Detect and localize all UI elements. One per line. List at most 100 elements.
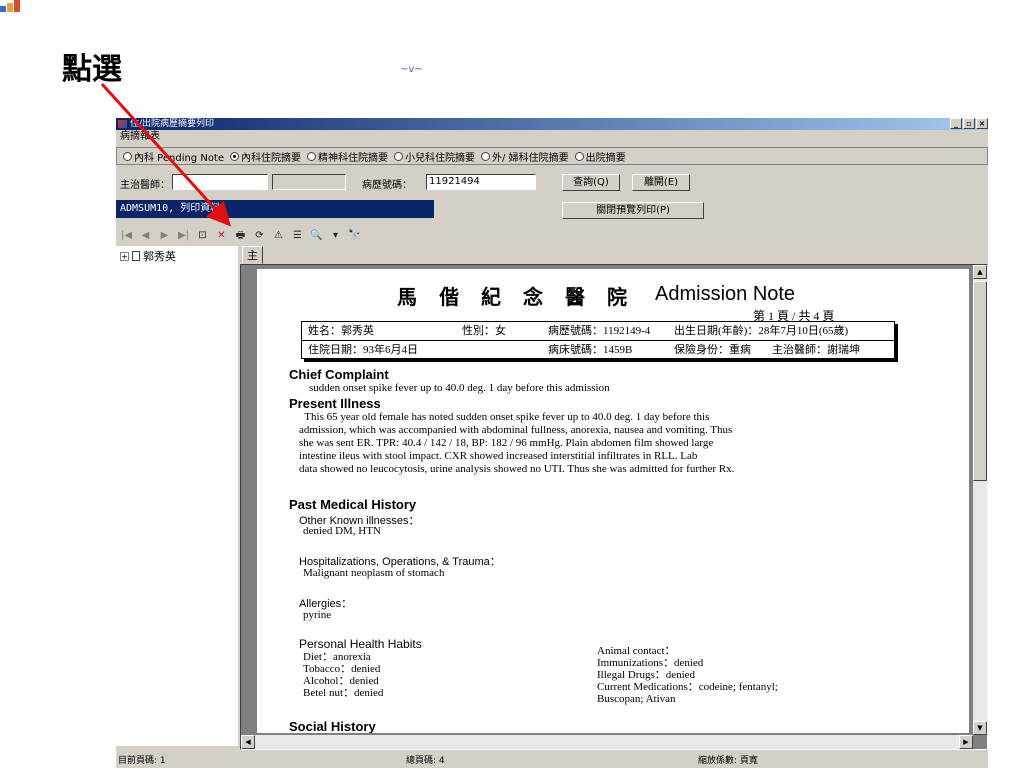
- close-button[interactable]: ×: [976, 118, 988, 129]
- attending-doctor: 主治醫師：謝瑞坤: [772, 344, 860, 356]
- insurance: 保險身份：重病: [674, 344, 751, 356]
- record-number-input[interactable]: 11921494: [426, 174, 536, 190]
- record-number: 病歷號碼：1192149-4: [548, 325, 651, 337]
- radio-label: 精神科住院摘要: [318, 152, 389, 164]
- scroll-down-icon[interactable]: ▼: [973, 721, 987, 735]
- dropdown-icon[interactable]: ▾: [329, 229, 342, 242]
- window-title: 住/出院病歷摘要列印: [130, 119, 215, 129]
- goto-page-icon[interactable]: ⊡: [196, 229, 209, 242]
- tree-toggle-icon[interactable]: ☰: [291, 229, 304, 242]
- radio-dot-icon[interactable]: [307, 151, 317, 161]
- tree-item-patient[interactable]: + 郭秀英: [116, 246, 238, 266]
- patient-tree: + 郭秀英: [116, 246, 238, 746]
- report-window: 住/出院病歷摘要列印 _ ▫ × 病摘報表 內科 Pending Note 內科住…: [116, 118, 988, 768]
- minimize-button[interactable]: _: [950, 118, 962, 129]
- zoom-factor: 縮放係數: 頁寬: [698, 756, 758, 766]
- present-illness-line: data showed no leucocytosis, urine analy…: [299, 463, 735, 475]
- radio-label: 外/ 婦科住院摘要: [492, 152, 569, 164]
- present-illness-line: admission, which was accompanied with ab…: [299, 424, 733, 436]
- export-icon[interactable]: ⚠: [272, 229, 285, 242]
- radio-dot-icon[interactable]: [123, 151, 132, 161]
- summary-type-radio-group: 內科 Pending Note 內科住院摘要 精神科住院摘要 小兒科住院摘要 外/ 婦科…: [116, 147, 988, 165]
- expand-icon[interactable]: +: [120, 251, 129, 261]
- scroll-left-icon[interactable]: ◀: [241, 735, 255, 749]
- status-bar: 目前頁碼: 1 總頁碼: 4 縮放係數: 頁寬: [116, 754, 988, 768]
- scroll-up-icon[interactable]: ▲: [973, 265, 987, 279]
- patient-name: 姓名：郭秀英: [308, 325, 374, 337]
- report-page: 馬偕紀念醫院 Admission Note 第 1 頁 / 共 4 頁 姓名：郭…: [257, 269, 969, 733]
- radio-label: 小兒科住院摘要: [405, 152, 476, 164]
- birth-date: 出生日期(年齡)：28年7月10日(65歲): [674, 325, 849, 337]
- admit-date: 住院日期：93年6月4日: [308, 344, 418, 356]
- radio-label: 內科住院摘要: [241, 152, 302, 164]
- app-icon: [118, 120, 127, 128]
- leave-button[interactable]: 離開(E): [632, 174, 690, 191]
- doctor-name-field: [272, 174, 346, 190]
- patient-sex: 性別：女: [462, 325, 506, 337]
- doctor-label: 主治醫師：: [120, 180, 170, 191]
- habit-item: Betel nut：denied: [303, 687, 384, 699]
- scroll-right-icon[interactable]: ▶: [959, 735, 973, 749]
- print-icon[interactable]: 🖶: [234, 229, 247, 242]
- maximize-button[interactable]: ▫: [963, 118, 975, 129]
- report-viewer: 馬偕紀念醫院 Admission Note 第 1 頁 / 共 4 頁 姓名：郭…: [240, 264, 988, 750]
- radio-option[interactable]: 小兒科住院摘要: [394, 149, 475, 164]
- radio-dot-icon[interactable]: [481, 151, 491, 161]
- habits-heading: Personal Health Habits: [299, 637, 422, 651]
- radio-dot-icon[interactable]: [394, 151, 404, 161]
- present-illness-line: she was sent ER. TPR: 40.4 / 142 / 18, B…: [299, 437, 714, 449]
- close-preview-button[interactable]: 關閉預覽列印(P): [562, 202, 704, 219]
- next-page-icon[interactable]: ▶: [158, 229, 171, 242]
- radio-option[interactable]: 內科 Pending Note: [123, 149, 224, 164]
- query-button[interactable]: 查詢(Q): [562, 174, 620, 191]
- present-illness-line: This 65 year old female has noted sudden…: [299, 411, 710, 423]
- cancel-icon[interactable]: ✕: [215, 229, 228, 242]
- current-page: 目前頁碼: 1: [118, 756, 166, 766]
- first-page-icon[interactable]: |◀: [120, 229, 133, 242]
- prev-page-icon[interactable]: ◀: [139, 229, 152, 242]
- find-icon[interactable]: 🔭: [348, 229, 361, 242]
- hospital-name: 馬偕紀念醫院: [397, 285, 649, 309]
- other-illness-text: denied DM, HTN: [303, 525, 381, 537]
- chief-complaint-text: sudden onset spike fever up to 40.0 deg.…: [309, 382, 610, 394]
- record-label: 病歷號碼：: [362, 180, 412, 191]
- allergies-text: pyrine: [303, 609, 332, 621]
- past-history-heading: Past Medical History: [289, 497, 417, 512]
- title-bar: 住/出院病歷摘要列印 _ ▫ ×: [116, 118, 988, 130]
- radio-label: 內科 Pending Note: [134, 152, 225, 164]
- radio-option[interactable]: 內科住院摘要: [230, 149, 301, 164]
- last-page-icon[interactable]: ▶|: [177, 229, 190, 242]
- scroll-thumb[interactable]: [973, 281, 987, 481]
- radio-dot-icon[interactable]: [574, 151, 584, 161]
- radio-label: 出院摘要: [585, 152, 626, 164]
- doctor-input[interactable]: [172, 174, 268, 190]
- chief-complaint-heading: Chief Complaint: [289, 367, 389, 382]
- habit-item: Buscopan; Ativan: [597, 693, 676, 705]
- status-message: ADMSUM10, 列印資料。: [116, 200, 434, 218]
- radio-dot-icon[interactable]: [230, 151, 240, 161]
- present-illness-heading: Present Illness: [289, 396, 381, 411]
- total-pages: 總頁碼: 4: [406, 756, 445, 766]
- tab-main-report[interactable]: 主報表: [242, 246, 263, 292]
- social-history-heading: Social History: [289, 719, 376, 733]
- radio-option[interactable]: 精神科住院摘要: [307, 149, 388, 164]
- hospitalizations-text: Malignant neoplasm of stomach: [303, 567, 445, 579]
- radio-option[interactable]: 出院摘要: [574, 149, 626, 164]
- refresh-icon[interactable]: ⟳: [253, 229, 266, 242]
- horizontal-scrollbar[interactable]: ◀ ▶: [241, 735, 973, 749]
- squiggle-mark: ~v~: [400, 64, 423, 75]
- annotation-label: 點選: [62, 52, 122, 87]
- preview-toolbar: |◀ ◀ ▶ ▶| ⊡ ✕ 🖶 ⟳ ⚠ ☰ 🔍 ▾ 🔭: [116, 226, 988, 244]
- report-title: Admission Note: [655, 283, 796, 305]
- bed-number: 病床號碼：1459B: [548, 344, 633, 356]
- corner-app-icon: [0, 0, 20, 14]
- patient-info-box: 姓名：郭秀英 性別：女 病歷號碼：1192149-4 出生日期(年齡)：28年7…: [301, 321, 895, 359]
- tree-item-label: 郭秀英: [143, 250, 176, 263]
- radio-option[interactable]: 外/ 婦科住院摘要: [481, 149, 569, 164]
- menu-report[interactable]: 病摘報表: [116, 130, 988, 144]
- query-row: 主治醫師： 病歷號碼： 11921494 查詢(Q) 離開(E): [116, 172, 988, 192]
- page-icon: [132, 251, 140, 261]
- present-illness-line: intestine ileus with stool impact. CXR s…: [299, 450, 698, 462]
- vertical-scrollbar[interactable]: ▲ ▼: [973, 265, 987, 735]
- zoom-icon[interactable]: 🔍: [310, 229, 323, 242]
